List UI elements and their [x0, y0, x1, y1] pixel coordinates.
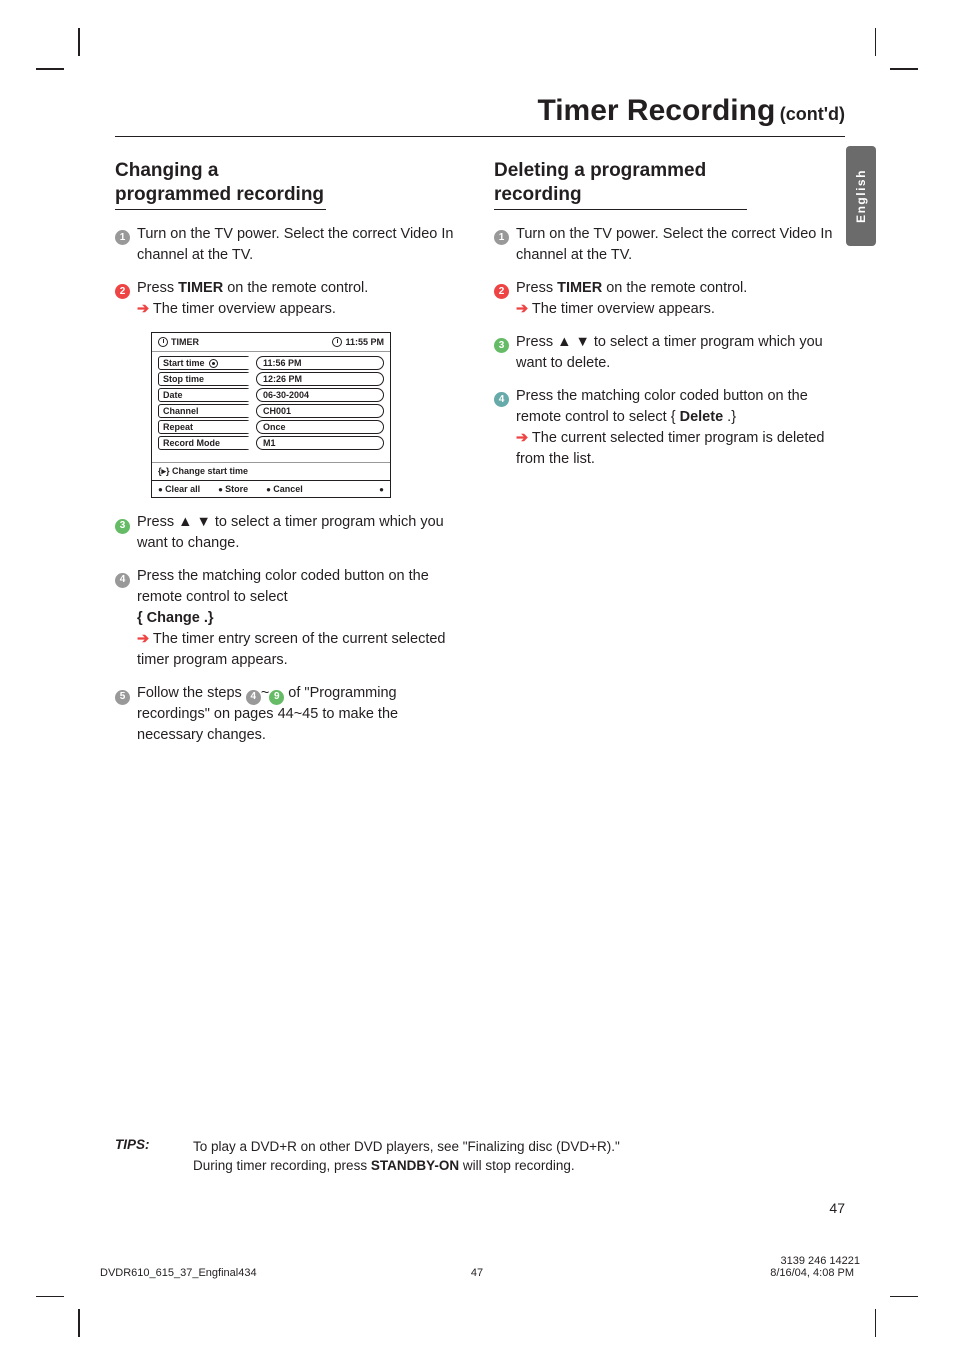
- crop-mark: [890, 68, 918, 70]
- timer-row-repeat: Repeat Once: [158, 420, 384, 434]
- selected-dot-icon: [209, 359, 218, 368]
- step-text: Turn on the TV power. Select the correct…: [516, 224, 845, 266]
- title-main: Timer Recording: [537, 94, 775, 127]
- timer-hint: {▸} Change start time: [152, 462, 390, 480]
- timer-row-date: Date 06-30-2004: [158, 388, 384, 402]
- timer-foot-blank: [379, 484, 384, 494]
- print-footer: DVDR610_615_37_Engfinal434 47 8/16/04, 4…: [100, 1267, 854, 1279]
- footer-partno: 3139 246 14221: [780, 1255, 860, 1267]
- clock-icon: [332, 337, 342, 347]
- step-number-icon: 5: [115, 690, 130, 705]
- arrow-icon: ➔: [137, 301, 149, 317]
- title-suffix: (cont'd): [780, 104, 845, 124]
- footer-file: DVDR610_615_37_Engfinal434: [100, 1267, 257, 1279]
- page-number: 47: [829, 1200, 845, 1216]
- timer-foot-cancel: Cancel: [266, 484, 303, 494]
- step-text: Press ▲ ▼ to select a timer program whic…: [137, 512, 466, 554]
- step-4: 4 Press the matching color coded button …: [494, 386, 845, 470]
- step-text: Turn on the TV power. Select the correct…: [137, 224, 466, 266]
- step-number-icon: 4: [494, 392, 509, 407]
- timer-row-record-mode: Record Mode M1: [158, 436, 384, 450]
- section-heading-change: Changing a programmed recording: [115, 159, 326, 210]
- clock-icon: [158, 337, 168, 347]
- step-number-icon: 3: [494, 338, 509, 353]
- step-3: 3 Press ▲ ▼ to select a timer program wh…: [494, 332, 845, 374]
- step-text: Press the matching color coded button on…: [137, 566, 466, 671]
- step-number-icon: 1: [494, 230, 509, 245]
- timer-screenshot: TIMER 11:55 PM Start time 11:56 PM Stop …: [151, 332, 391, 499]
- step-3: 3 Press ▲ ▼ to select a timer program wh…: [115, 512, 466, 554]
- tips-block: TIPS: To play a DVD+R on other DVD playe…: [115, 1137, 845, 1176]
- tips-body: To play a DVD+R on other DVD players, se…: [193, 1137, 620, 1176]
- step-number-icon: 2: [115, 284, 130, 299]
- timer-row-stop-time: Stop time 12:26 PM: [158, 372, 384, 386]
- language-label: English: [854, 169, 868, 223]
- crop-mark: [875, 1309, 877, 1337]
- step-text: Press TIMER on the remote control. ➔ The…: [516, 278, 845, 320]
- inline-step-icon: 9: [269, 690, 284, 705]
- step-number-icon: 4: [115, 573, 130, 588]
- timer-title: TIMER: [171, 337, 199, 347]
- section-heading-delete: Deleting a programmed recording: [494, 159, 747, 210]
- step-number-icon: 3: [115, 519, 130, 534]
- step-number-icon: 1: [115, 230, 130, 245]
- step-1: 1 Turn on the TV power. Select the corre…: [494, 224, 845, 266]
- step-text: Press the matching color coded button on…: [516, 386, 845, 470]
- crop-mark: [875, 28, 877, 56]
- step-2: 2 Press TIMER on the remote control. ➔ T…: [494, 278, 845, 320]
- crop-mark: [890, 1296, 918, 1298]
- step-1: 1 Turn on the TV power. Select the corre…: [115, 224, 466, 266]
- step-text: Press ▲ ▼ to select a timer program whic…: [516, 332, 845, 374]
- step-number-icon: 2: [494, 284, 509, 299]
- step-text: Press TIMER on the remote control. ➔ The…: [137, 278, 466, 320]
- arrow-icon: ➔: [516, 430, 528, 446]
- section-title: Changing a programmed recording: [115, 159, 326, 207]
- section-title: Deleting a programmed recording: [494, 159, 747, 207]
- footer-date: 8/16/04, 4:08 PM: [770, 1267, 854, 1279]
- tips-label: TIPS:: [115, 1137, 165, 1176]
- step-text: Follow the steps 4~9 of "Programming rec…: [137, 683, 466, 746]
- footer-page: 47: [471, 1267, 483, 1279]
- step-4: 4 Press the matching color coded button …: [115, 566, 466, 671]
- timer-foot-clear: Clear all: [158, 484, 200, 494]
- timer-footer: Clear all Store Cancel: [152, 480, 390, 497]
- crop-mark: [78, 28, 80, 56]
- page-title: Timer Recording (cont'd): [115, 94, 845, 137]
- step-2: 2 Press TIMER on the remote control. ➔ T…: [115, 278, 466, 320]
- crop-mark: [36, 68, 64, 70]
- step-5: 5 Follow the steps 4~9 of "Programming r…: [115, 683, 466, 746]
- timer-clock: 11:55 PM: [345, 337, 384, 347]
- arrow-icon: ➔: [137, 631, 149, 647]
- arrow-icon: ➔: [516, 301, 528, 317]
- timer-row-start-time: Start time 11:56 PM: [158, 356, 384, 370]
- crop-mark: [36, 1296, 64, 1298]
- timer-row-channel: Channel CH001: [158, 404, 384, 418]
- language-tab: English: [846, 146, 876, 246]
- crop-mark: [78, 1309, 80, 1337]
- timer-foot-store: Store: [218, 484, 248, 494]
- inline-step-icon: 4: [246, 690, 261, 705]
